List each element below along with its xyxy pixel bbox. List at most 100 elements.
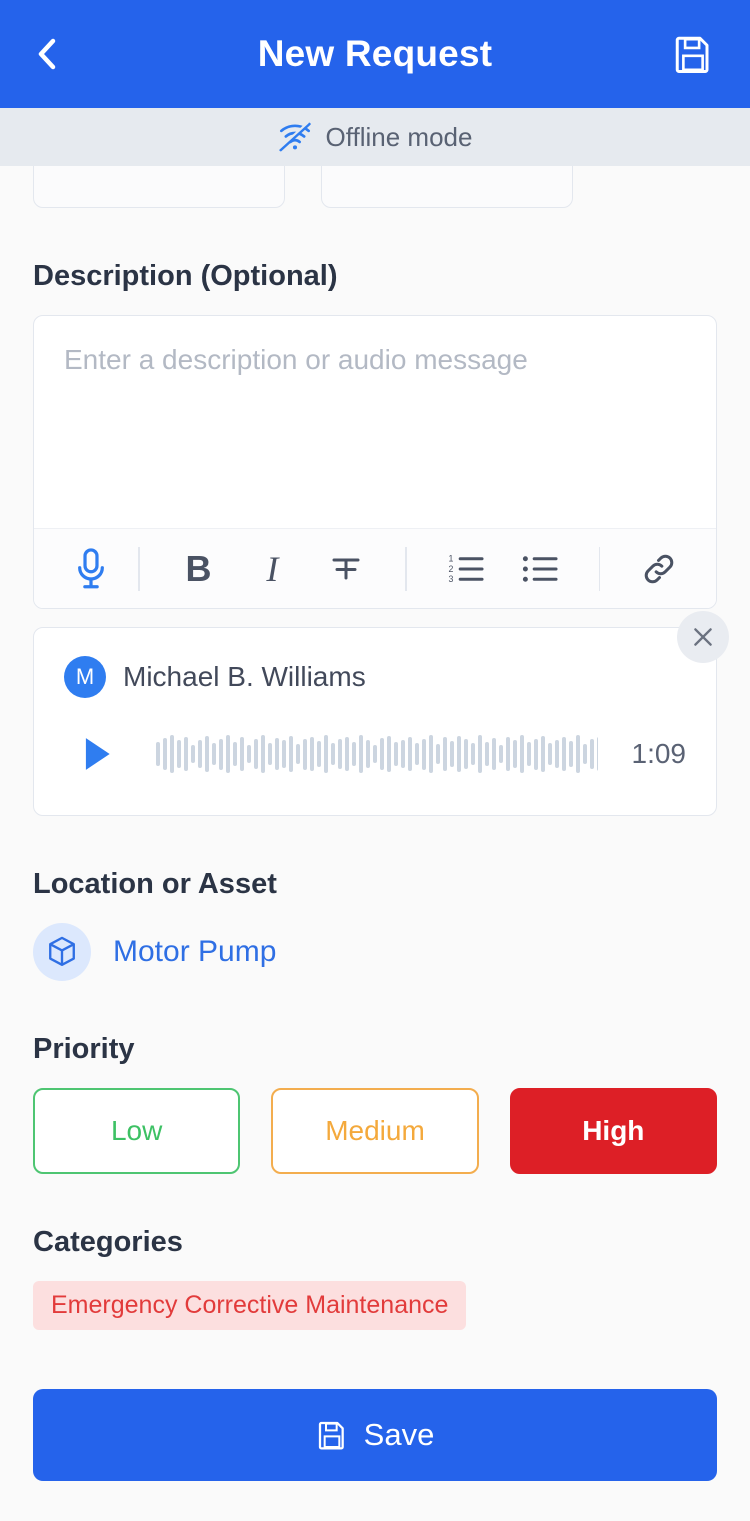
link-icon xyxy=(644,554,674,583)
waveform-bar xyxy=(198,739,202,769)
waveform-bar xyxy=(219,738,223,770)
strikethrough-button[interactable] xyxy=(315,538,377,600)
save-button[interactable]: Save xyxy=(33,1389,717,1481)
audio-author-name: Michael B. Williams xyxy=(123,661,366,692)
priority-option-high[interactable]: High xyxy=(509,1088,717,1174)
attachment-filename: IMG_20240407... xyxy=(347,166,548,168)
category-tag[interactable]: Emergency Corrective Maintenance xyxy=(33,1281,467,1330)
waveform-bar xyxy=(310,736,314,772)
waveform-bar xyxy=(401,739,405,769)
waveform-bar xyxy=(373,744,377,764)
description-section-label: Description (Optional) xyxy=(33,260,338,292)
waveform-bar xyxy=(275,737,279,771)
back-button[interactable] xyxy=(34,32,78,76)
play-button[interactable] xyxy=(74,731,120,777)
priority-option-low[interactable]: Low xyxy=(33,1088,241,1174)
svg-text:3: 3 xyxy=(448,574,453,584)
waveform-bar xyxy=(289,736,293,772)
microphone-icon xyxy=(78,547,104,588)
footer: Save xyxy=(0,1389,750,1521)
waveform-bar xyxy=(331,743,335,765)
waveform-bar xyxy=(429,735,433,773)
asset-name[interactable]: Motor Pump xyxy=(113,935,276,969)
offline-mode-banner: Offline mode xyxy=(0,108,750,166)
floppy-disk-icon xyxy=(675,36,709,73)
waveform-bar xyxy=(408,736,412,772)
waveform-bar xyxy=(548,742,552,766)
svg-text:1: 1 xyxy=(448,553,453,563)
waveform-bar xyxy=(485,741,489,767)
attachment-chip[interactable]: IMG_20240307... xyxy=(33,166,285,208)
categories-section-label: Categories xyxy=(33,1226,183,1258)
waveform-bar xyxy=(597,736,598,772)
priority-option-medium[interactable]: Medium xyxy=(271,1088,479,1174)
waveform-bar xyxy=(303,738,307,770)
bulleted-list-icon xyxy=(522,555,558,582)
waveform-bar xyxy=(177,740,181,768)
asset-row[interactable]: Motor Pump xyxy=(33,923,717,981)
italic-button[interactable]: I xyxy=(241,538,303,600)
bold-button[interactable]: B xyxy=(167,538,229,600)
waveform-bar xyxy=(590,739,594,769)
waveform-bar xyxy=(317,740,321,768)
waveform-bar xyxy=(387,736,391,772)
close-icon xyxy=(694,628,712,646)
waveform-bar xyxy=(520,734,524,774)
waveform-bar xyxy=(457,736,461,772)
waveform-bar xyxy=(436,744,440,764)
attachment-chip[interactable]: IMG_20240407... xyxy=(321,166,573,208)
waveform-bar xyxy=(555,739,559,769)
waveform-bar xyxy=(163,737,167,771)
waveform-bar xyxy=(261,735,265,773)
waveform-bar xyxy=(205,736,209,772)
header-save-button[interactable] xyxy=(670,31,716,77)
bulleted-list-button[interactable] xyxy=(509,538,571,600)
waveform-bar xyxy=(212,743,216,765)
waveform-bar xyxy=(170,735,174,773)
waveform-bar xyxy=(296,744,300,764)
waveform-bar xyxy=(359,734,363,774)
waveform-bar xyxy=(394,741,398,767)
audio-waveform[interactable] xyxy=(156,723,598,785)
ordered-list-button[interactable]: 1 2 3 xyxy=(435,538,497,600)
waveform-bar xyxy=(583,744,587,764)
toolbar-divider xyxy=(405,546,407,591)
toolbar-divider xyxy=(138,546,140,591)
attachment-filename: IMG_20240307... xyxy=(59,166,260,168)
waveform-bar xyxy=(268,742,272,766)
description-editor: Enter a description or audio message B I… xyxy=(33,315,717,609)
bold-label: B xyxy=(185,547,212,589)
form-body: IMG_20240307... IMG_20240407... Descript… xyxy=(0,166,750,1389)
location-section-label: Location or Asset xyxy=(33,868,277,900)
waveform-bar xyxy=(576,735,580,773)
waveform-bar xyxy=(233,741,237,767)
audio-duration: 1:09 xyxy=(631,738,687,769)
toolbar-divider xyxy=(598,546,601,591)
link-button[interactable] xyxy=(628,538,690,600)
audio-message-card: M Michael B. Williams 1:09 xyxy=(33,627,717,816)
waveform-bar xyxy=(415,742,419,766)
waveform-bar xyxy=(499,744,503,764)
waveform-bar xyxy=(513,740,517,768)
waveform-bar xyxy=(156,742,160,766)
svg-text:2: 2 xyxy=(448,563,453,573)
description-input[interactable]: Enter a description or audio message xyxy=(34,316,716,528)
waveform-bar xyxy=(534,738,538,770)
priority-section-label: Priority xyxy=(33,1033,135,1065)
waveform-bar xyxy=(345,737,349,771)
waveform-bar xyxy=(478,735,482,773)
waveform-bar xyxy=(443,737,447,771)
record-audio-button[interactable] xyxy=(60,538,122,600)
italic-label: I xyxy=(266,548,279,589)
wifi-off-icon xyxy=(277,122,311,152)
waveform-bar xyxy=(184,736,188,772)
remove-audio-button[interactable] xyxy=(677,611,729,663)
waveform-bar xyxy=(422,738,426,770)
waveform-bar xyxy=(380,737,384,771)
audio-message: M Michael B. Williams 1:09 xyxy=(33,611,729,816)
waveform-bar xyxy=(282,740,286,768)
waveform-bar xyxy=(506,736,510,772)
priority-options: Low Medium High xyxy=(33,1088,717,1174)
audio-author-row: M Michael B. Williams xyxy=(64,656,686,698)
waveform-bar xyxy=(471,743,475,765)
